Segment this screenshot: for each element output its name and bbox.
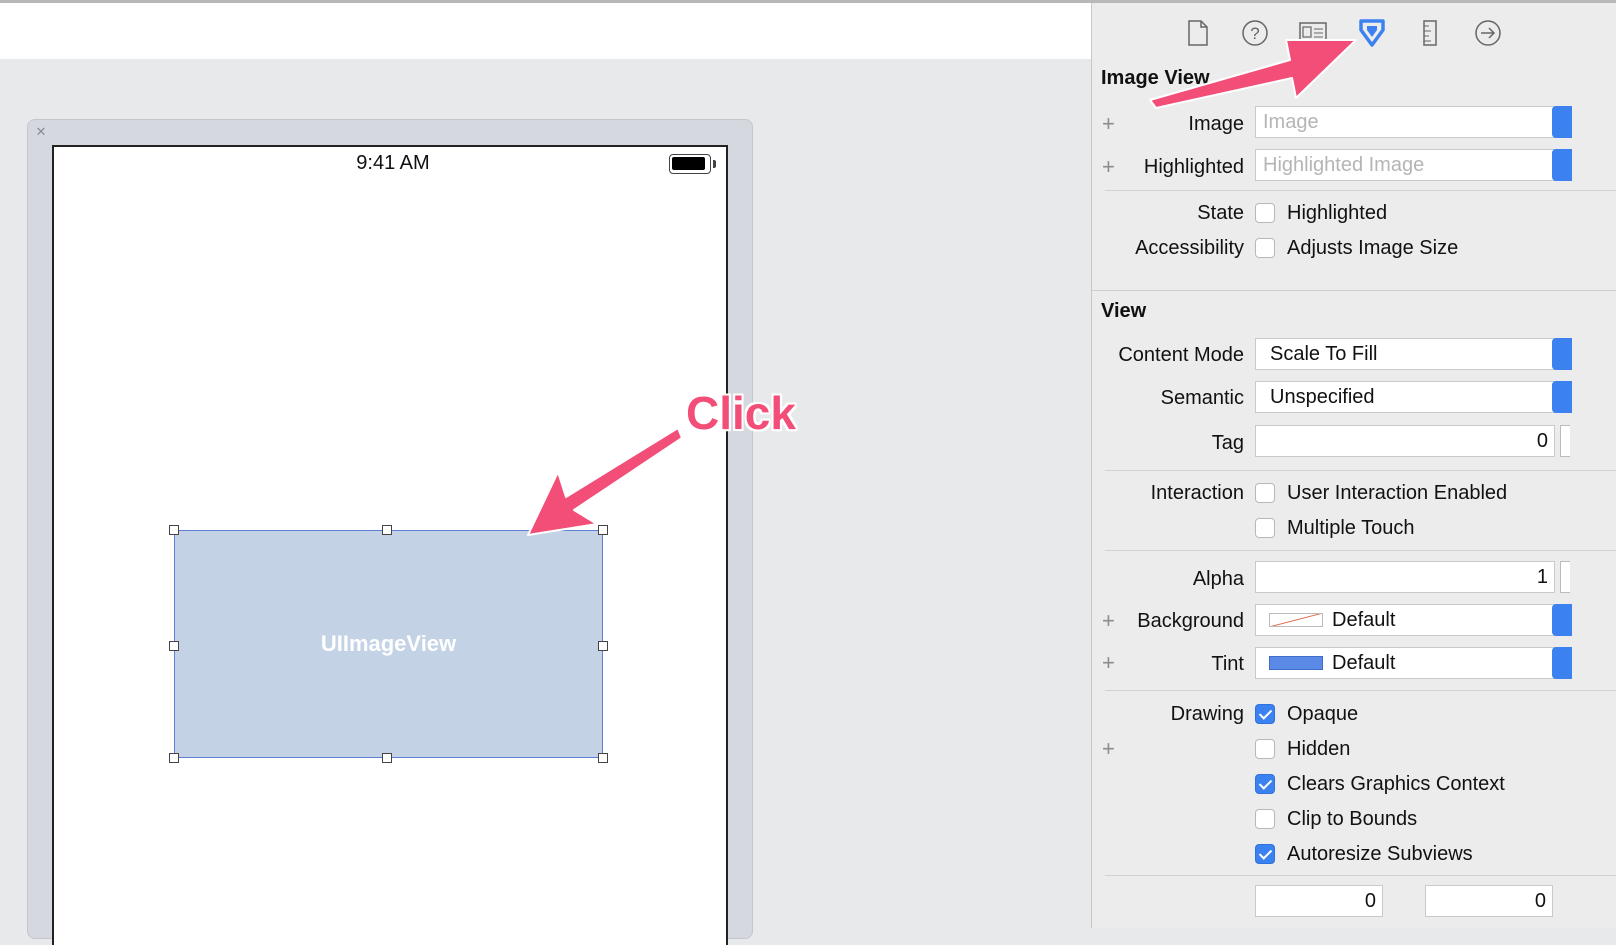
adjusts-image-size-checkbox[interactable] bbox=[1255, 238, 1275, 258]
click-annotation-label: Click bbox=[686, 387, 796, 439]
autoresize-subviews-label: Autoresize Subviews bbox=[1287, 843, 1473, 865]
highlighted-image-combo-field[interactable]: Highlighted Image bbox=[1255, 149, 1555, 181]
content-mode-popup-button[interactable] bbox=[1552, 338, 1572, 370]
document-icon[interactable] bbox=[1183, 18, 1213, 48]
clears-graphics-context-checkbox[interactable] bbox=[1255, 774, 1275, 794]
attributes-shield-icon[interactable] bbox=[1357, 18, 1387, 48]
user-interaction-enabled-checkbox[interactable] bbox=[1255, 483, 1275, 503]
add-highlighted-variation-icon[interactable]: + bbox=[1102, 156, 1115, 178]
status-bar-time: 9:41 AM bbox=[356, 152, 430, 174]
stretching-y-field[interactable]: 0 bbox=[1425, 885, 1553, 917]
alpha-stepper[interactable] bbox=[1560, 561, 1570, 593]
close-scene-icon[interactable]: ✕ bbox=[33, 124, 49, 140]
resize-handle-middle-left[interactable] bbox=[169, 641, 179, 651]
svg-text:?: ? bbox=[1250, 24, 1259, 43]
tag-stepper[interactable] bbox=[1560, 425, 1570, 457]
highlighted-state-checkbox[interactable] bbox=[1255, 203, 1275, 223]
semantic-select[interactable]: Unspecified bbox=[1255, 381, 1555, 413]
highlighted-state-label: Highlighted bbox=[1287, 202, 1388, 224]
clears-graphics-context-label: Clears Graphics Context bbox=[1287, 773, 1505, 795]
alpha-field[interactable]: 1 bbox=[1255, 561, 1555, 593]
divider bbox=[1105, 190, 1616, 191]
tint-label: Tint bbox=[1211, 653, 1244, 675]
image-label: Image bbox=[1188, 113, 1244, 135]
add-background-variation-icon[interactable]: + bbox=[1102, 610, 1115, 632]
highlighted-label: Highlighted bbox=[1143, 156, 1244, 178]
content-mode-select[interactable]: Scale To Fill bbox=[1255, 338, 1555, 370]
add-tint-variation-icon[interactable]: + bbox=[1102, 652, 1115, 674]
tint-value: Default bbox=[1332, 652, 1396, 674]
view-section-title: View bbox=[1101, 300, 1147, 322]
ruler-icon[interactable] bbox=[1415, 18, 1445, 48]
divider bbox=[1105, 690, 1616, 691]
image-dropdown-button[interactable] bbox=[1552, 106, 1572, 138]
resize-handle-bottom-right[interactable] bbox=[598, 753, 608, 763]
highlighted-image-dropdown-button[interactable] bbox=[1552, 149, 1572, 181]
opaque-label: Opaque bbox=[1287, 703, 1359, 725]
multiple-touch-label: Multiple Touch bbox=[1287, 517, 1415, 539]
hidden-label: Hidden bbox=[1287, 738, 1351, 760]
divider bbox=[1105, 470, 1616, 471]
battery-icon bbox=[669, 154, 711, 174]
question-circle-icon[interactable]: ? bbox=[1240, 18, 1270, 48]
semantic-label: Semantic bbox=[1160, 387, 1244, 409]
hidden-checkbox[interactable] bbox=[1255, 739, 1275, 759]
user-interaction-enabled-label: User Interaction Enabled bbox=[1287, 482, 1508, 504]
stretching-x-field[interactable]: 0 bbox=[1255, 885, 1383, 917]
divider bbox=[1105, 875, 1616, 876]
resize-handle-middle-right[interactable] bbox=[598, 641, 608, 651]
background-popup-button[interactable] bbox=[1552, 604, 1572, 636]
adjusts-image-size-label: Adjusts Image Size bbox=[1287, 237, 1459, 259]
resize-handle-bottom-left[interactable] bbox=[169, 753, 179, 763]
drawing-label: Drawing bbox=[1170, 703, 1244, 725]
resize-handle-bottom-center[interactable] bbox=[382, 753, 392, 763]
tag-label: Tag bbox=[1211, 432, 1244, 454]
divider bbox=[1105, 550, 1616, 551]
resize-handle-top-right[interactable] bbox=[598, 525, 608, 535]
inspector-tab-bar bbox=[1091, 0, 1616, 62]
tint-popup-button[interactable] bbox=[1552, 647, 1572, 679]
content-mode-label: Content Mode bbox=[1118, 344, 1244, 366]
arrow-circle-icon[interactable] bbox=[1473, 18, 1503, 48]
image-combo-field[interactable]: Image bbox=[1255, 106, 1555, 138]
multiple-touch-checkbox[interactable] bbox=[1255, 518, 1275, 538]
clip-to-bounds-label: Clip to Bounds bbox=[1287, 808, 1418, 830]
image-view-section-title: Image View bbox=[1101, 67, 1210, 89]
add-image-variation-icon[interactable]: + bbox=[1102, 113, 1115, 135]
background-default-swatch bbox=[1269, 613, 1323, 627]
resize-handle-top-left[interactable] bbox=[169, 525, 179, 535]
state-label: State bbox=[1197, 202, 1244, 224]
tag-field[interactable]: 0 bbox=[1255, 425, 1555, 457]
accessibility-label: Accessibility bbox=[1135, 237, 1244, 259]
tint-default-swatch bbox=[1269, 656, 1323, 670]
battery-tip-icon bbox=[713, 160, 716, 168]
editor-top-bar bbox=[0, 0, 1092, 59]
section-divider bbox=[1092, 290, 1616, 291]
uiimageview-element[interactable]: UIImageView bbox=[174, 530, 603, 758]
opaque-checkbox[interactable] bbox=[1255, 704, 1275, 724]
resize-handle-top-center[interactable] bbox=[382, 525, 392, 535]
background-label: Background bbox=[1137, 610, 1244, 632]
autoresize-subviews-checkbox[interactable] bbox=[1255, 844, 1275, 864]
identity-card-icon[interactable] bbox=[1298, 18, 1328, 48]
background-value: Default bbox=[1332, 609, 1396, 631]
add-hidden-variation-icon[interactable]: + bbox=[1102, 738, 1115, 760]
clip-to-bounds-checkbox[interactable] bbox=[1255, 809, 1275, 829]
semantic-popup-button[interactable] bbox=[1552, 381, 1572, 413]
alpha-label: Alpha bbox=[1192, 568, 1244, 590]
interaction-label: Interaction bbox=[1150, 482, 1244, 504]
uiimageview-label: UIImageView bbox=[320, 631, 457, 656]
